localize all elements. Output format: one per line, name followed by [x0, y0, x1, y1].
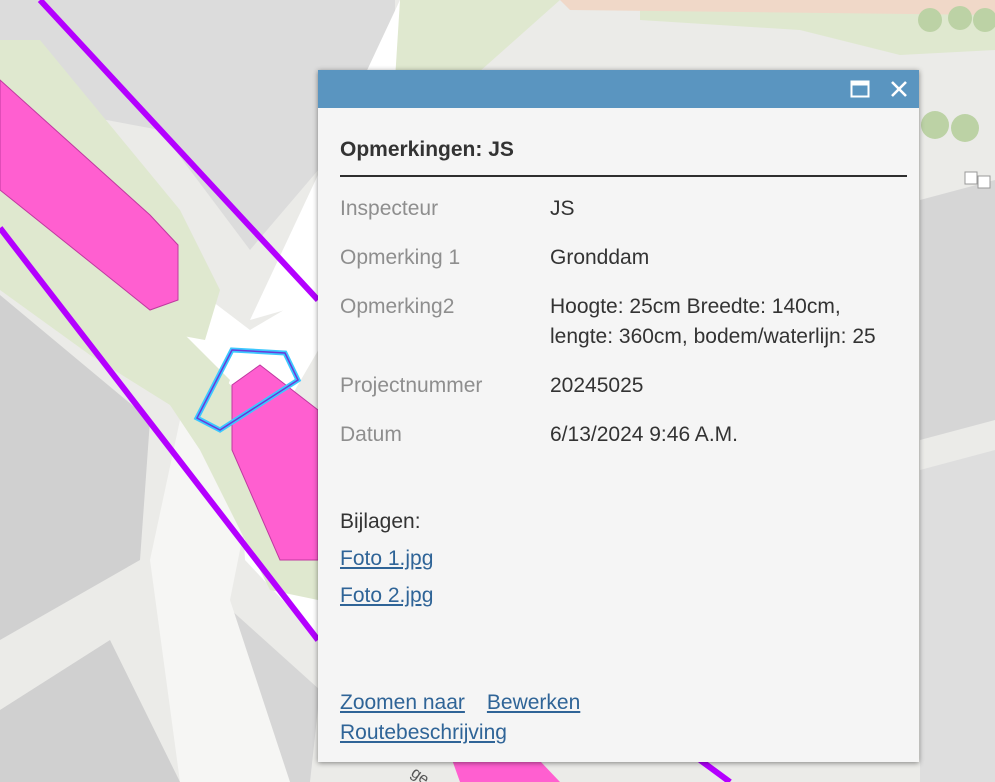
edit-link[interactable]: Bewerken — [487, 691, 580, 714]
attribute-row: Datum 6/13/2024 9:46 A.M. — [340, 420, 880, 469]
attachments-label: Bijlagen: — [340, 510, 421, 533]
attribute-row: Opmerking 1 Gronddam — [340, 243, 880, 292]
attribute-value: Hoogte: 25cm Breedte: 140cm, lengte: 360… — [550, 295, 876, 348]
attribute-row: Opmerking2 Hoogte: 25cm Breedte: 140cm, … — [340, 292, 880, 371]
maximize-icon[interactable] — [848, 77, 872, 101]
attribute-value: JS — [550, 197, 575, 220]
info-popup: Opmerkingen: JS Inspecteur JS Opmerking … — [318, 70, 919, 762]
zoom-to-link[interactable]: Zoomen naar — [340, 691, 465, 714]
popup-actions: Zoomen naar Bewerken Routebeschrijving — [340, 688, 602, 748]
attribute-label: Projectnummer — [340, 374, 483, 397]
attribute-value: Gronddam — [550, 246, 650, 269]
attribute-value: 20245025 — [550, 374, 644, 397]
attribute-label: Datum — [340, 423, 402, 446]
attribute-value-cell: Hoogte: 25cm Breedte: 140cm, lengte: 360… — [550, 292, 880, 371]
directions-link[interactable]: Routebeschrijving — [340, 718, 602, 748]
popup-title: Opmerkingen: JS — [340, 108, 907, 177]
attribute-value: 6/13/2024 9:46 A.M. — [550, 423, 738, 446]
close-icon[interactable] — [887, 77, 911, 101]
attachment-link-foto-1[interactable]: Foto 1.jpg — [340, 544, 907, 574]
popup-header — [318, 70, 919, 108]
attribute-row: Projectnummer 20245025 — [340, 371, 880, 420]
attribute-table: Inspecteur JS Opmerking 1 Gronddam Opmer… — [340, 194, 880, 469]
attachment-link-foto-2[interactable]: Foto 2.jpg — [340, 581, 907, 611]
attribute-label: Opmerking 1 — [340, 246, 461, 269]
attribute-label: Inspecteur — [340, 197, 439, 220]
attribute-row: Inspecteur JS — [340, 194, 880, 243]
attribute-label: Opmerking2 — [340, 295, 455, 318]
